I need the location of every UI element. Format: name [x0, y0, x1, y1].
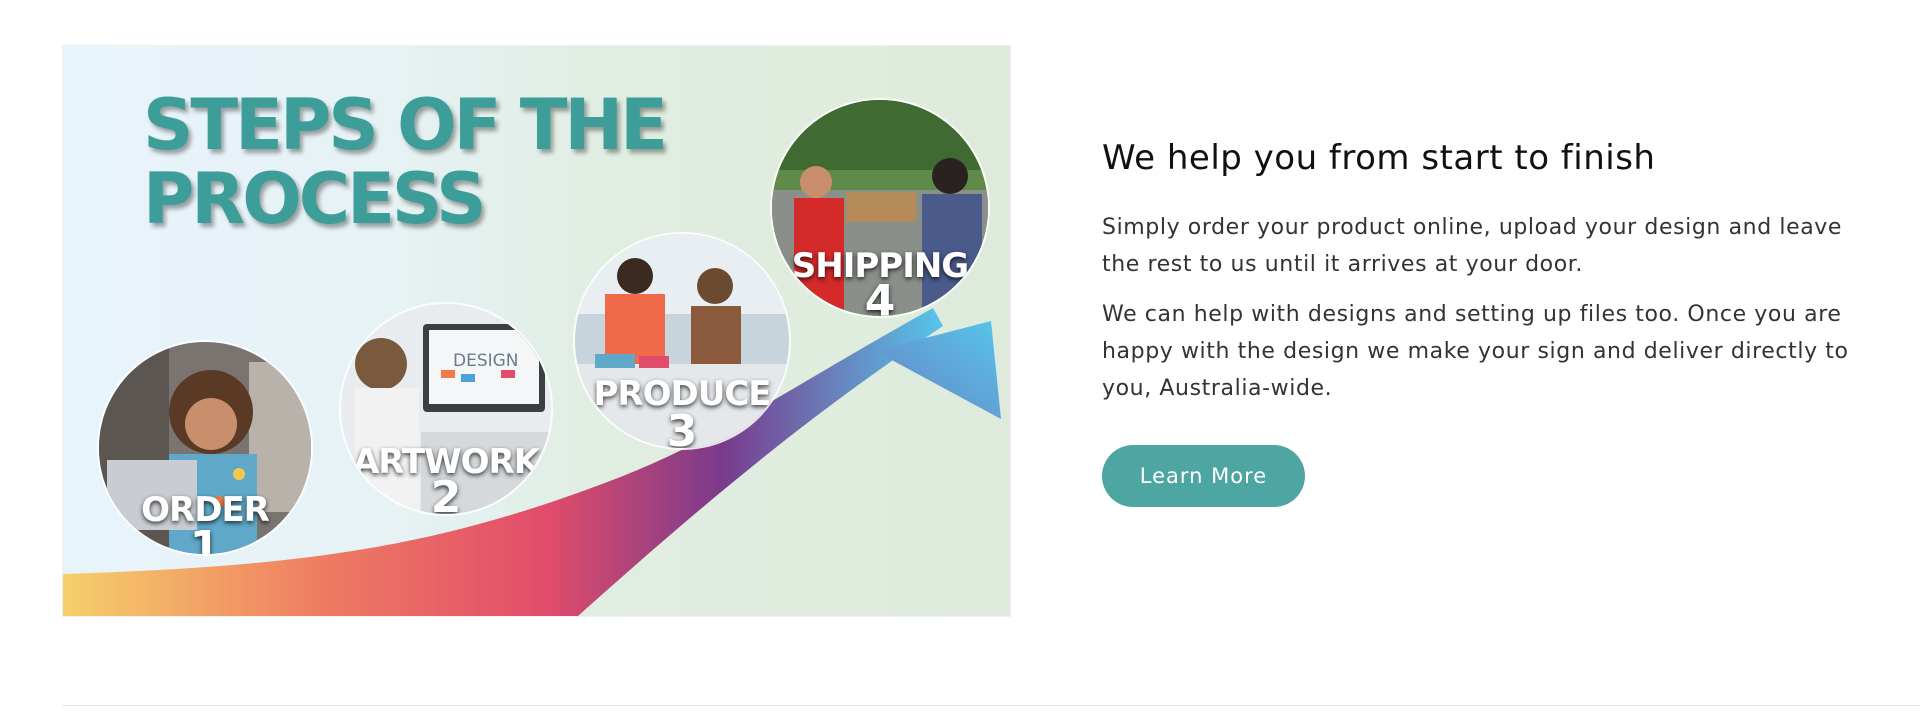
- step-artwork-circle: DESIGN ARTWORK 2: [341, 304, 551, 514]
- step-number-2: 2: [430, 472, 462, 514]
- svg-text:DESIGN: DESIGN: [453, 351, 519, 371]
- section-paragraph-1: Simply order your product online, upload…: [1102, 215, 1843, 277]
- step-order-circle: ORDER 1: [99, 342, 311, 554]
- step-number-1: 1: [189, 522, 221, 554]
- step-number-3: 3: [666, 406, 698, 448]
- content-block: We help you from start to finish Simply …: [1102, 135, 1862, 420]
- step-number-4: 4: [864, 276, 896, 316]
- learn-more-button[interactable]: Learn More: [1102, 445, 1305, 507]
- process-banner-image: STEPS OF THE PROCESS ORDER 1 DESIGN ARTW…: [62, 45, 1011, 617]
- section-paragraph-2: We can help with designs and setting up …: [1102, 302, 1849, 401]
- step-shipping-circle: SHIPPING 4: [772, 100, 988, 316]
- section-divider: [62, 705, 1920, 706]
- section-heading: We help you from start to finish: [1102, 138, 1656, 178]
- step-produce-circle: PRODUCE 3: [575, 234, 789, 448]
